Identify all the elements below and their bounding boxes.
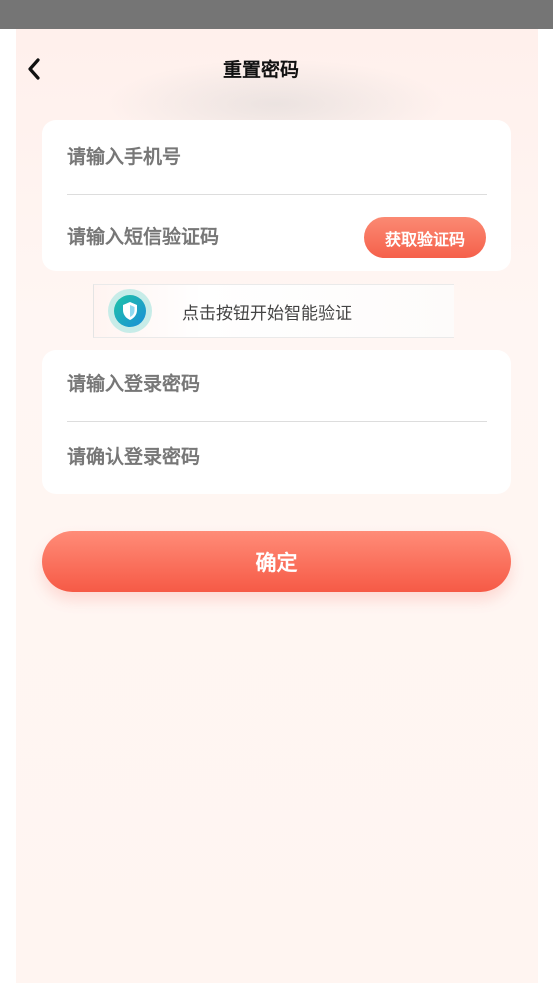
confirm-password-input[interactable] <box>67 437 487 477</box>
divider <box>67 194 487 195</box>
smart-captcha-button[interactable]: 点击按钮开始智能验证 <box>93 284 454 338</box>
phone-verify-card: 获取验证码 <box>42 120 511 271</box>
shield-icon <box>108 289 152 333</box>
captcha-label: 点击按钮开始智能验证 <box>182 303 352 324</box>
password-card <box>42 350 511 494</box>
sms-code-input[interactable] <box>67 217 357 257</box>
password-input[interactable] <box>67 364 487 404</box>
reset-password-screen: 重置密码 获取验证码 点击按钮开始智能验证 确定 <box>16 29 538 983</box>
status-bar <box>0 0 553 29</box>
get-code-button[interactable]: 获取验证码 <box>364 217 486 258</box>
phone-input[interactable] <box>67 137 487 177</box>
divider <box>67 421 487 422</box>
confirm-button[interactable]: 确定 <box>42 531 511 592</box>
page-title: 重置密码 <box>222 59 299 81</box>
